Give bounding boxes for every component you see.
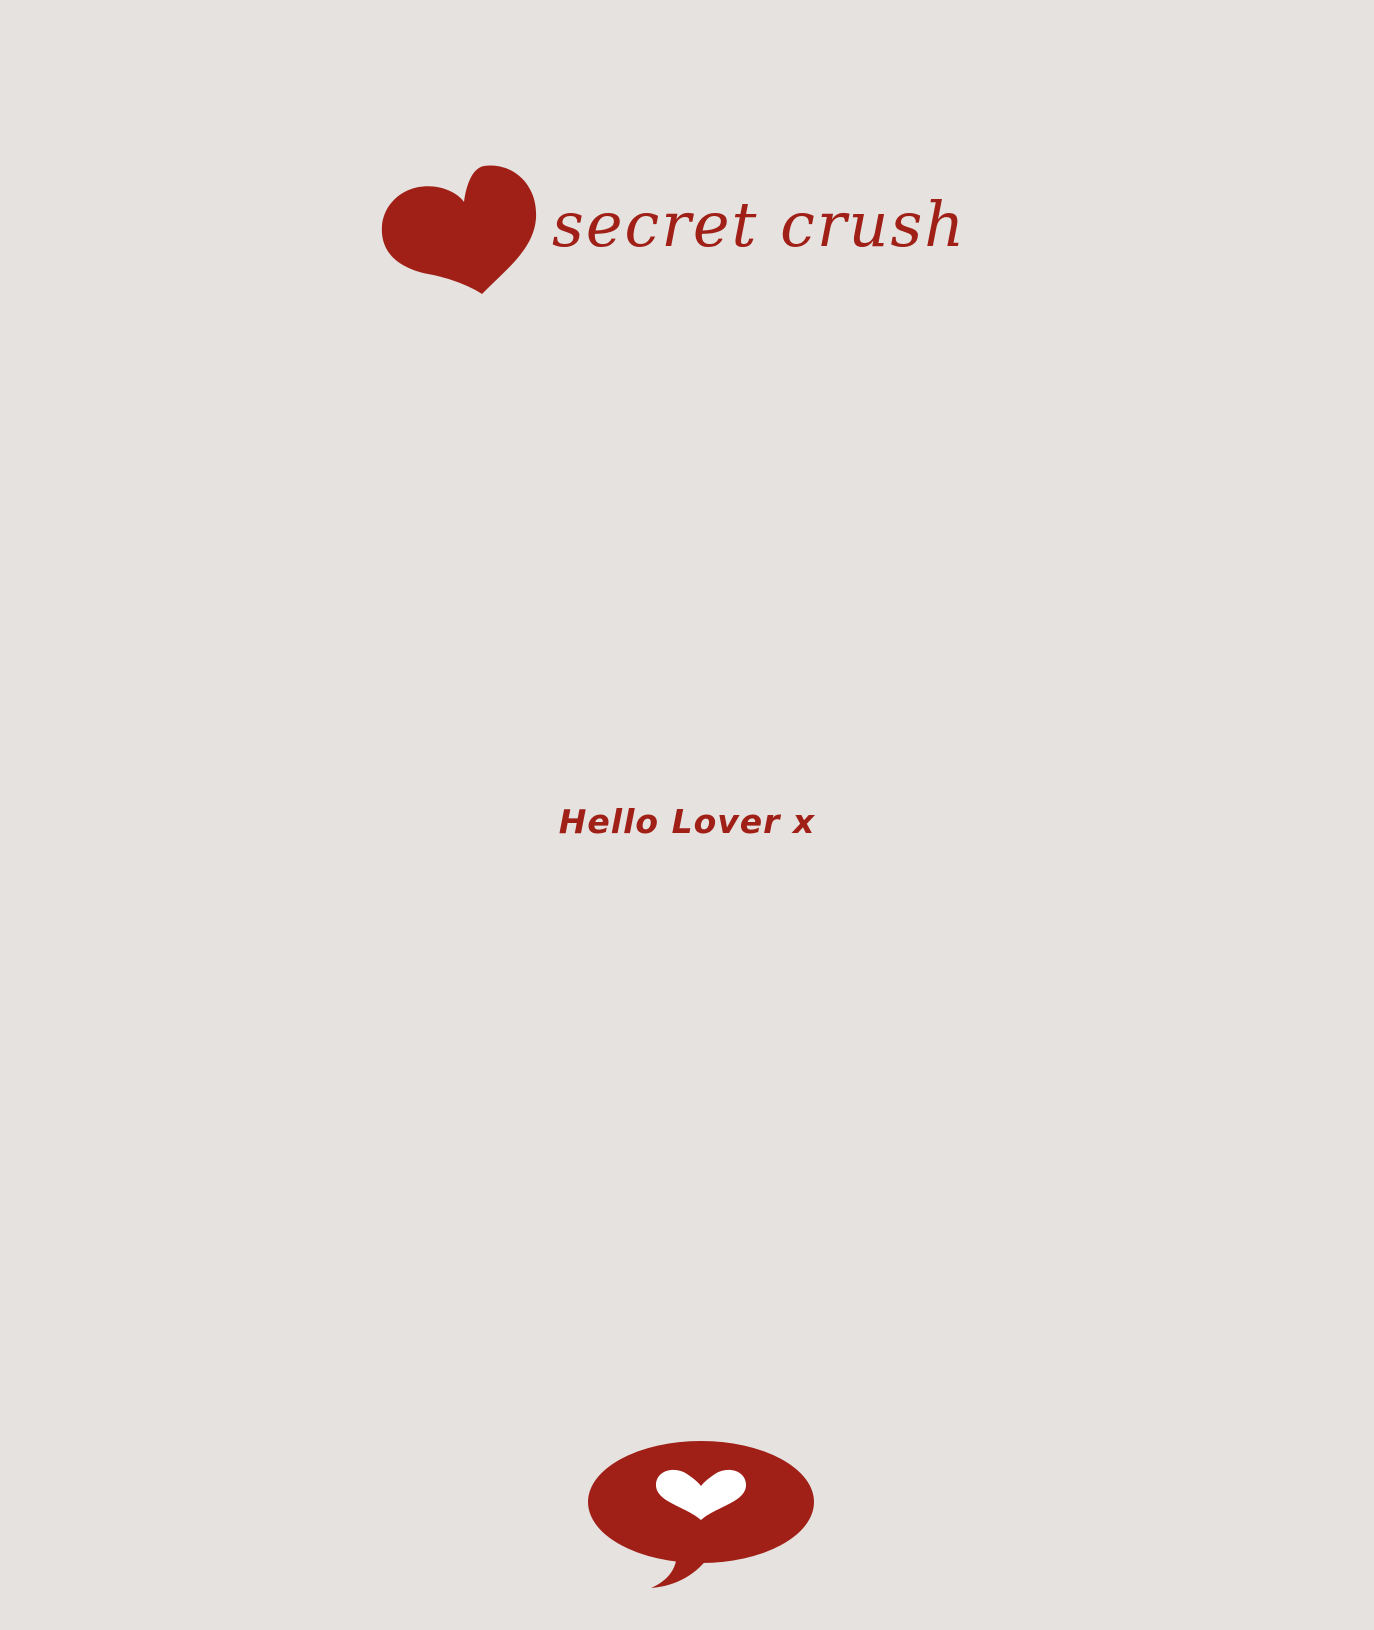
brand-name: secret crush bbox=[552, 188, 967, 261]
heart-icon bbox=[381, 165, 537, 294]
chat-button[interactable] bbox=[585, 1440, 817, 1590]
logo: secret crush bbox=[380, 164, 964, 294]
heart-speech-bubble-icon bbox=[588, 1441, 814, 1588]
greeting-text: Hello Lover x bbox=[558, 802, 816, 841]
